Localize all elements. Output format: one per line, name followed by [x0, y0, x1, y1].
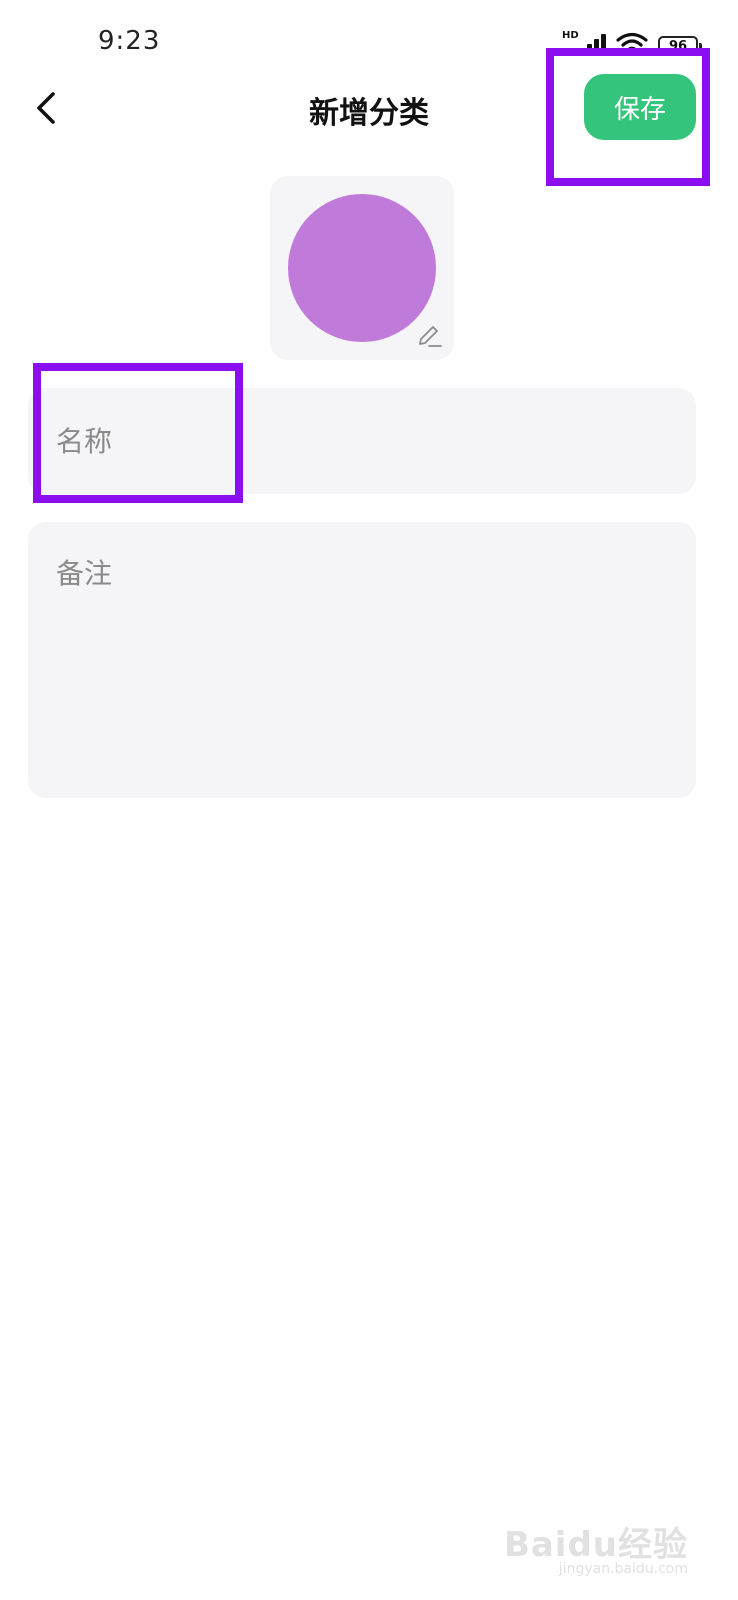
category-icon-picker[interactable]: [270, 176, 454, 360]
pencil-icon: [419, 326, 442, 347]
watermark-sub: jingyan.baidu.com: [558, 1561, 688, 1577]
status-time: 9:23: [98, 26, 161, 56]
network-label: HD: [562, 30, 579, 41]
baidu-watermark: Baidu经验 jingyan.baidu.com: [503, 1517, 688, 1577]
name-input[interactable]: [28, 388, 696, 494]
watermark-main: Baidu经验: [503, 1525, 688, 1565]
save-highlight-box: [546, 48, 710, 186]
category-color-circle: [288, 194, 436, 342]
note-input[interactable]: [28, 522, 696, 798]
